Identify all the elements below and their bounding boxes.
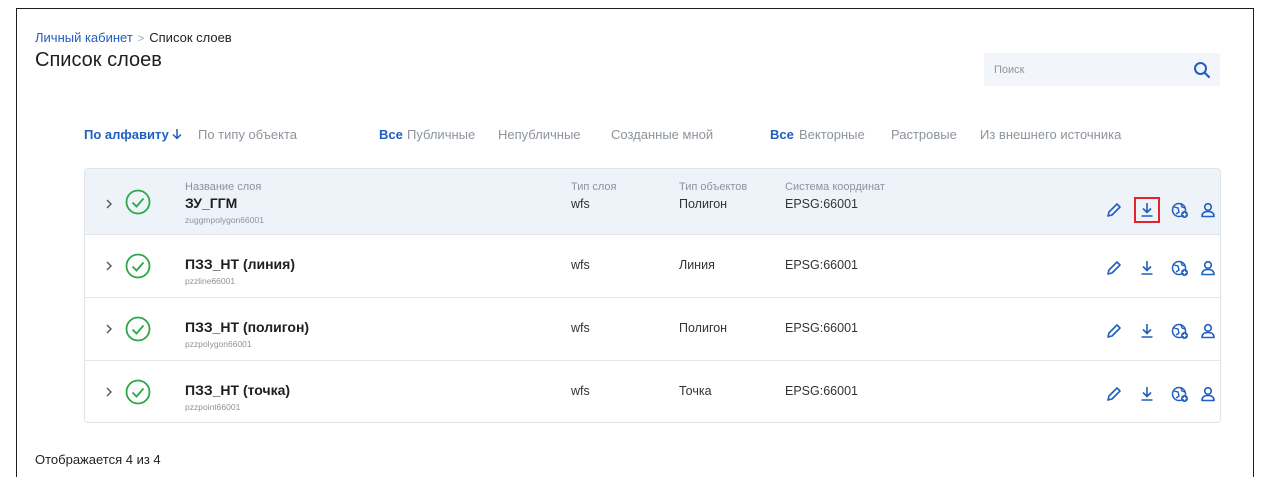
filter-visibility-mine[interactable]: Созданные мной xyxy=(611,127,713,142)
table-row[interactable]: ПЗЗ_НТ (линия) pzzline66001 wfs Линия EP… xyxy=(85,235,1220,298)
column-header-name: Название слоя xyxy=(185,181,262,193)
object-type: Линия xyxy=(679,258,715,272)
check-circle-icon xyxy=(125,189,151,215)
download-icon xyxy=(1141,324,1153,338)
check-circle-icon xyxy=(125,316,151,342)
chevron-right-icon[interactable] xyxy=(103,198,115,210)
access-button[interactable] xyxy=(1197,257,1219,279)
chevron-right-icon[interactable] xyxy=(103,260,115,272)
layer-type: wfs xyxy=(571,197,590,211)
chevron-right-icon[interactable] xyxy=(103,386,115,398)
edit-button[interactable] xyxy=(1103,257,1125,279)
search-box xyxy=(984,53,1220,86)
layer-code: zuggmpolygon66001 xyxy=(185,215,264,225)
layer-name: ПЗЗ_НТ (точка) xyxy=(185,382,291,398)
download-icon xyxy=(1141,261,1153,275)
check-circle-icon xyxy=(125,253,151,279)
publish-button[interactable] xyxy=(1169,257,1191,279)
access-button[interactable] xyxy=(1197,199,1219,221)
user-icon xyxy=(1201,260,1215,276)
layer-name: ПЗЗ_НТ (полигон) xyxy=(185,319,310,335)
filter-visibility-all[interactable]: Все xyxy=(379,127,403,142)
edit-button[interactable] xyxy=(1103,199,1125,221)
layer-code: pzzpolygon66001 xyxy=(185,339,252,349)
edit-button[interactable] xyxy=(1103,383,1125,405)
download-button[interactable] xyxy=(1136,257,1158,279)
globe-add-icon xyxy=(1171,260,1188,276)
download-icon xyxy=(1141,203,1153,217)
publish-button[interactable] xyxy=(1169,320,1191,342)
filter-kind-all[interactable]: Все xyxy=(770,127,794,142)
table-row[interactable]: ПЗЗ_НТ (полигон) pzzpolygon66001 wfs Пол… xyxy=(85,298,1220,361)
sort-by-alphabet-label: По алфавиту xyxy=(84,127,169,142)
breadcrumb-separator: > xyxy=(137,33,145,45)
layer-type: wfs xyxy=(571,258,590,272)
download-button[interactable] xyxy=(1136,320,1158,342)
layer-type: wfs xyxy=(571,321,590,335)
pencil-icon xyxy=(1107,261,1121,275)
filter-kind-raster[interactable]: Растровые xyxy=(891,127,957,142)
coordinate-system: EPSG:66001 xyxy=(785,384,858,398)
globe-add-icon xyxy=(1171,202,1188,218)
object-type: Полигон xyxy=(679,321,728,335)
object-type: Точка xyxy=(679,384,712,398)
layers-table: Название слоя ЗУ_ГГМ zuggmpolygon66001 Т… xyxy=(84,168,1221,423)
results-count: Отображается 4 из 4 xyxy=(35,452,161,467)
download-button[interactable] xyxy=(1136,383,1158,405)
pencil-icon xyxy=(1107,324,1121,338)
check-circle-icon xyxy=(125,379,151,405)
coordinate-system: EPSG:66001 xyxy=(785,258,858,272)
filter-bar: По алфавиту По типу объекта Все Публичны… xyxy=(17,127,1253,147)
column-header-crs: Система координат xyxy=(785,181,885,193)
breadcrumb: Личный кабинет > Список слоев xyxy=(35,30,232,45)
user-icon xyxy=(1201,386,1215,402)
search-input[interactable] xyxy=(984,53,1184,86)
search-icon[interactable] xyxy=(1192,60,1212,80)
column-header-layer-type: Тип слоя xyxy=(571,181,617,193)
layer-type: wfs xyxy=(571,384,590,398)
chevron-right-icon[interactable] xyxy=(103,323,115,335)
user-icon xyxy=(1201,323,1215,339)
column-header-object-type: Тип объектов xyxy=(679,181,748,193)
table-row[interactable]: ПЗЗ_НТ (точка) pzzpoint66001 wfs Точка E… xyxy=(85,361,1220,422)
publish-button[interactable] xyxy=(1169,199,1191,221)
filter-visibility-public[interactable]: Публичные xyxy=(407,127,475,142)
pencil-icon xyxy=(1107,203,1121,217)
layer-code: pzzline66001 xyxy=(185,276,236,286)
coordinate-system: EPSG:66001 xyxy=(785,321,858,335)
user-icon xyxy=(1201,202,1215,218)
access-button[interactable] xyxy=(1197,383,1219,405)
page-title: Список слоев xyxy=(35,49,162,71)
filter-kind-vector[interactable]: Векторные xyxy=(799,127,865,142)
filter-visibility-private[interactable]: Непубличные xyxy=(498,127,581,142)
layer-code: pzzpoint66001 xyxy=(185,402,241,412)
layer-name: ЗУ_ГГМ xyxy=(185,195,238,211)
sort-by-alphabet[interactable]: По алфавиту xyxy=(84,127,183,142)
app-frame: Личный кабинет > Список слоев Список слоев… xyxy=(16,8,1254,477)
globe-add-icon xyxy=(1171,323,1188,339)
access-button[interactable] xyxy=(1197,320,1219,342)
edit-button[interactable] xyxy=(1103,320,1125,342)
sort-by-object-type[interactable]: По типу объекта xyxy=(198,127,297,142)
layer-name: ПЗЗ_НТ (линия) xyxy=(185,256,295,272)
table-row[interactable]: Название слоя ЗУ_ГГМ zuggmpolygon66001 Т… xyxy=(85,169,1220,235)
pencil-icon xyxy=(1107,387,1121,401)
arrow-down-icon xyxy=(172,129,182,140)
breadcrumb-current: Список слоев xyxy=(149,30,232,45)
download-icon xyxy=(1141,387,1153,401)
breadcrumb-link-cabinet[interactable]: Личный кабинет xyxy=(35,30,133,45)
object-type: Полигон xyxy=(679,197,728,211)
filter-kind-external[interactable]: Из внешнего источника xyxy=(980,127,1121,142)
globe-add-icon xyxy=(1171,386,1188,402)
publish-button[interactable] xyxy=(1169,383,1191,405)
coordinate-system: EPSG:66001 xyxy=(785,197,858,211)
download-button[interactable] xyxy=(1134,197,1160,223)
